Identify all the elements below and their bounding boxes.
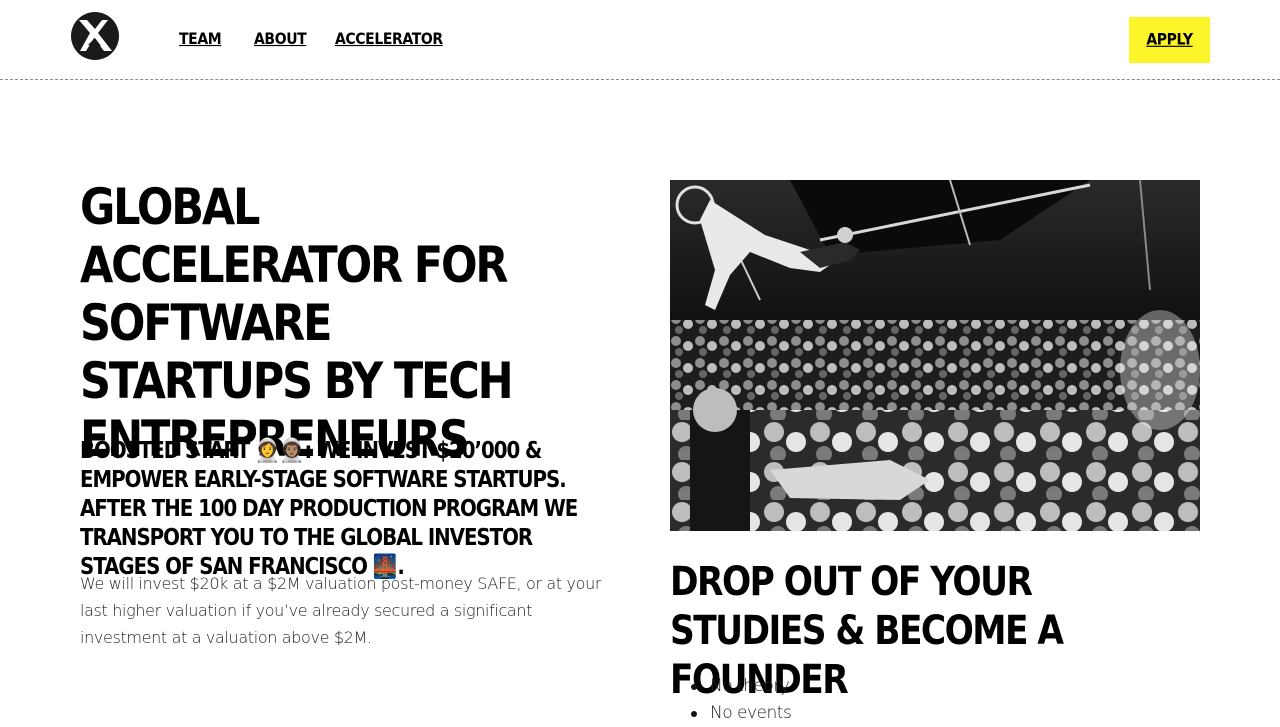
apply-button[interactable]: APPLY [1129,17,1210,63]
site-header: TEAM ABOUT ACCELERATOR APPLY [0,0,1280,80]
crowd-photo [670,180,1200,531]
crowd-photo-illustration [670,180,1200,531]
nav-team-link[interactable]: TEAM [179,30,222,48]
investment-terms-text: We will invest $20k at a $2M valuation p… [80,574,602,647]
astronaut-emoji-icon: 👩‍🚀👨🏽‍🚀 [255,438,305,464]
apply-button-label: APPLY [1146,30,1193,50]
subtitle-lead: BOOSTED START [80,438,250,464]
list-item: No theory [690,673,791,700]
page-title: GLOBAL ACCELERATOR FOR SOFTWARE STARTUPS… [80,178,514,468]
nav-about-link[interactable]: ABOUT [254,30,307,48]
nav-accelerator-link[interactable]: ACCELERATOR [335,30,443,48]
logo-icon[interactable] [70,11,120,61]
list-item: No events [690,700,792,727]
hero-subtitle: BOOSTED START 👩‍🚀👨🏽‍🚀: WE INVEST $20’000… [80,437,613,582]
benefits-list: No theory No events [670,673,792,727]
